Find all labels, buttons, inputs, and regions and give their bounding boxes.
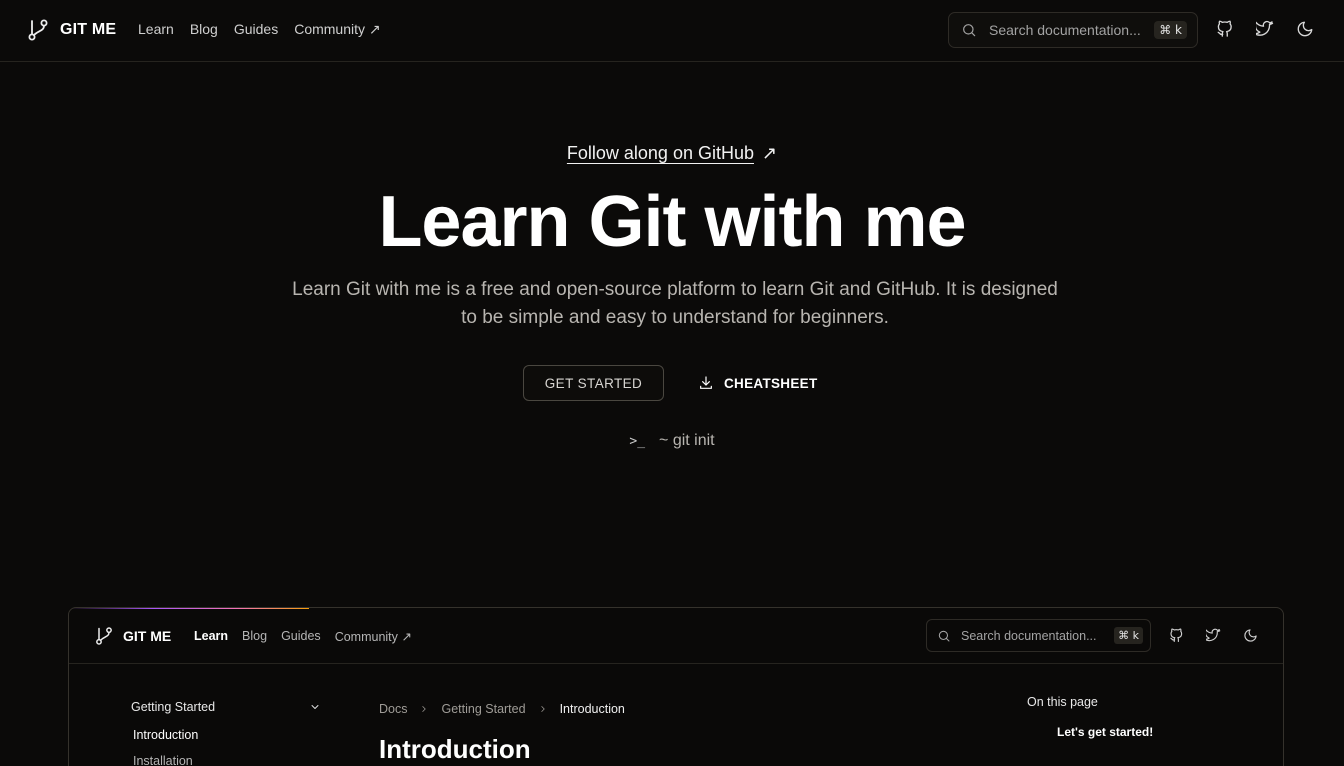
preview-navbar: GIT ME Learn Blog Guides Community ↗ Sea…: [69, 608, 1283, 664]
preview-sidebar-group-label: Getting Started: [131, 700, 216, 714]
search-input[interactable]: Search documentation... ⌘ k: [948, 12, 1198, 48]
preview-search-placeholder: Search documentation...: [961, 628, 1097, 643]
preview-git-branch-icon: [94, 626, 114, 646]
preview-brand: GIT ME: [94, 626, 171, 646]
follow-github-link[interactable]: Follow along on GitHub: [567, 143, 754, 163]
preview-moon-icon: [1243, 628, 1258, 643]
download-icon: [698, 375, 714, 391]
nav-guides[interactable]: Guides: [234, 21, 278, 38]
chevron-right-icon: [538, 704, 548, 714]
preview-page-title: Introduction: [379, 734, 531, 764]
hero-headline: Learn Git with me: [378, 182, 966, 262]
header-actions: [1216, 20, 1314, 38]
preview-search-box: Search documentation... ⌘ k: [926, 619, 1151, 652]
terminal-command: ~ git init: [659, 432, 715, 449]
breadcrumb-getting-started: Getting Started: [441, 702, 526, 716]
preview-search-shortcut: ⌘ k: [1114, 627, 1143, 644]
toc-title: On this page: [1027, 695, 1098, 709]
nav-learn[interactable]: Learn: [138, 21, 174, 38]
docs-preview-screenshot: GIT ME Learn Blog Guides Community ↗ Sea…: [68, 607, 1284, 766]
chevron-down-icon: [309, 701, 321, 713]
nav-blog[interactable]: Blog: [190, 21, 218, 38]
preview-twitter-icon: [1206, 628, 1221, 643]
terminal-prompt-icon: >_: [629, 433, 646, 449]
breadcrumb-introduction: Introduction: [559, 702, 625, 716]
chevron-right-icon: [419, 704, 429, 714]
external-link-arrow-icon: ↗: [762, 143, 778, 163]
brand-name: GIT ME: [60, 21, 117, 38]
top-navbar: GIT ME Learn Blog Guides Community ↗ Sea…: [0, 0, 1344, 62]
preview-header-actions: [1169, 628, 1258, 643]
search-placeholder: Search documentation...: [989, 22, 1141, 38]
search-shortcut-badge: ⌘ k: [1154, 21, 1187, 39]
main-nav: Learn Blog Guides Community ↗: [138, 21, 381, 38]
preview-nav-learn: Learn: [194, 629, 229, 643]
cheatsheet-button[interactable]: CHEATSHEET: [698, 372, 818, 394]
preview-github-icon: [1169, 628, 1184, 643]
preview-brand-name: GIT ME: [123, 628, 172, 644]
toc-item: Let's get started!: [1057, 725, 1154, 739]
get-started-button[interactable]: GET STARTED: [523, 365, 664, 401]
preview-sidebar-group: Getting Started: [131, 700, 321, 714]
preview-breadcrumb: Docs Getting Started Introduction: [379, 702, 625, 716]
twitter-icon[interactable]: [1256, 20, 1274, 38]
terminal-hint: >_ ~ git init: [0, 432, 1344, 450]
brand-logo-link[interactable]: GIT ME: [26, 18, 116, 42]
preview-sidebar-item-installation: Installation: [133, 754, 193, 766]
preview-nav-guides: Guides: [281, 629, 321, 643]
github-icon[interactable]: [1216, 20, 1234, 38]
preview-sidebar-item-introduction: Introduction: [133, 728, 199, 742]
preview-nav-blog: Blog: [242, 629, 268, 643]
nav-community[interactable]: Community ↗: [294, 21, 380, 38]
preview-nav-links: Learn Blog Guides Community ↗: [194, 629, 412, 644]
preview-table-of-contents: On this page Let's get started!: [1027, 695, 1153, 739]
breadcrumb-docs: Docs: [379, 702, 408, 716]
cheatsheet-label: CHEATSHEET: [724, 375, 818, 391]
preview-search-icon: [937, 629, 951, 643]
theme-toggle-moon-icon[interactable]: [1296, 20, 1314, 38]
hero-description: Learn Git with me is a free and open-sou…: [292, 279, 1058, 328]
search-icon: [961, 22, 977, 38]
preview-nav-community: Community ↗: [334, 630, 412, 644]
follow-github-link-row: Follow along on GitHub ↗: [0, 143, 1344, 164]
preview-sidebar: Getting Started Introduction Installatio…: [131, 700, 321, 766]
git-branch-icon: [26, 18, 50, 42]
